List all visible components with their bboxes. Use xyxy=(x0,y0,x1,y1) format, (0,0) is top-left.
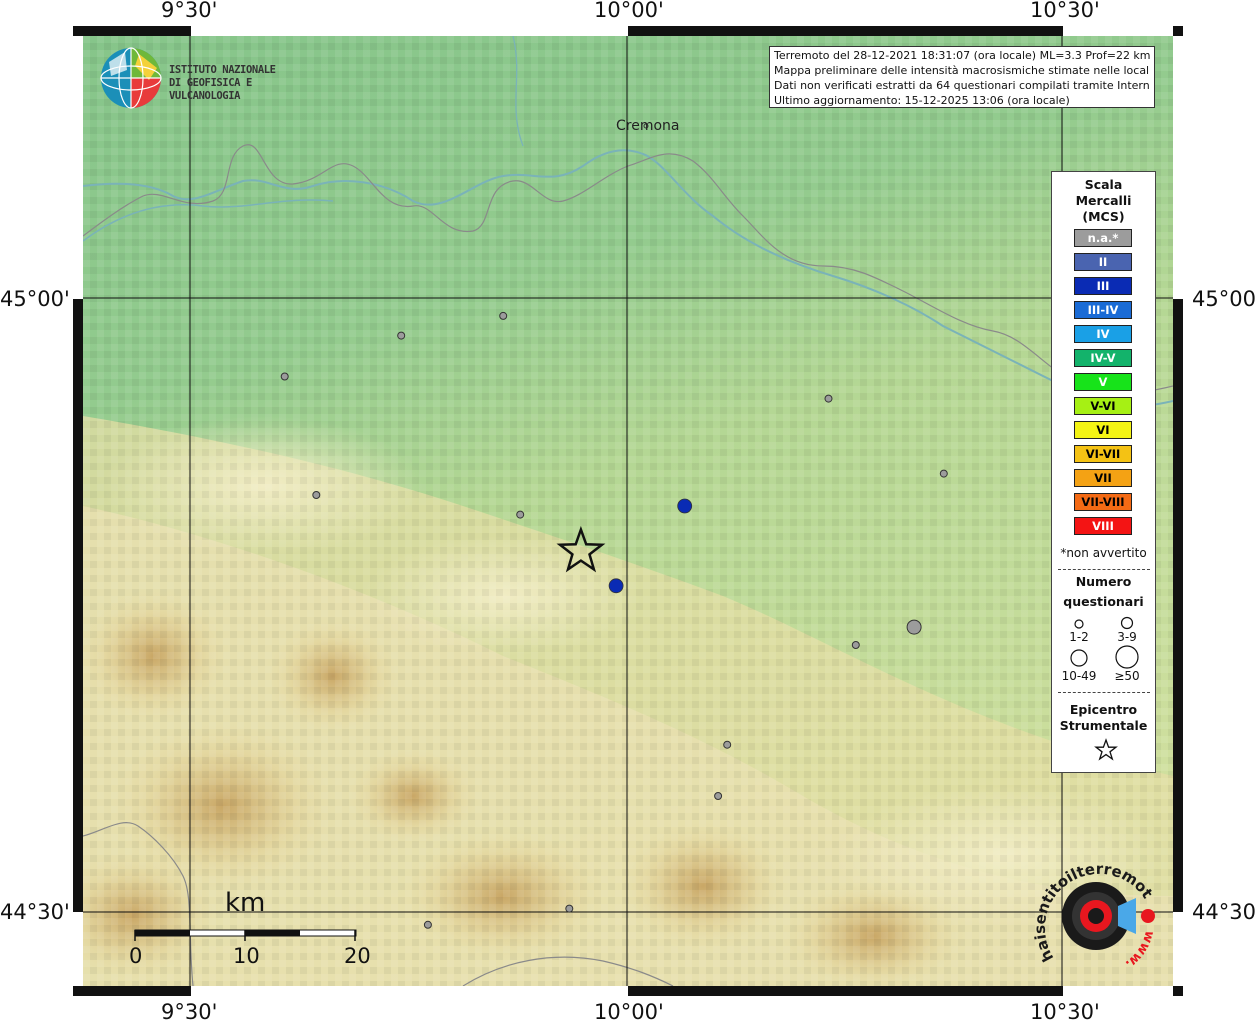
lat-label-left-4500: 45°00' xyxy=(0,287,70,311)
lon-label-bottom-1030: 10°30' xyxy=(1030,1000,1100,1024)
observation-point[interactable] xyxy=(565,904,574,913)
size-10-49-icon xyxy=(1070,649,1088,667)
count-title: Numero xyxy=(1075,574,1132,589)
lat-label-right-4500: 45°00' xyxy=(1192,287,1256,311)
observation-point[interactable] xyxy=(312,491,321,499)
frame-segment xyxy=(73,36,83,299)
ingv-name: ISTITUTO NAZIONALE DI GEOFISICA E VULCAN… xyxy=(169,64,319,103)
legend-swatch: VI xyxy=(1074,421,1132,439)
lat-label-right-4430: 44°30' xyxy=(1192,900,1256,924)
count-label: 1-2 xyxy=(1069,630,1089,644)
epicenter-title: Strumentale xyxy=(1059,718,1148,733)
observation-point[interactable] xyxy=(499,311,508,320)
lon-label-top-1000: 10°00' xyxy=(594,0,664,22)
legend-swatch: VIII xyxy=(1074,517,1132,535)
observation-point[interactable] xyxy=(723,740,732,749)
legend-swatch: IV xyxy=(1074,325,1132,343)
legend-swatch: V-VI xyxy=(1074,397,1132,415)
legend-swatch: II xyxy=(1074,253,1132,271)
lon-label-top-1030: 10°30' xyxy=(1030,0,1100,22)
legend-title: (MCS) xyxy=(1082,209,1125,224)
observation-point[interactable] xyxy=(906,619,922,635)
city-label: Cremona xyxy=(616,118,680,134)
epicenter-title: Epicentro xyxy=(1069,702,1138,717)
legend-divider xyxy=(1058,692,1150,693)
event-info-line: Terremoto del 28-12-2021 18:31:07 (ora l… xyxy=(774,49,1150,62)
lon-label-bottom-1000: 10°00' xyxy=(594,1000,664,1024)
frame-segment xyxy=(1173,36,1183,299)
event-info-line: Mappa preliminare delle intensità macros… xyxy=(774,64,1150,77)
legend-title: Scala xyxy=(1084,177,1123,192)
epicenter-star-icon xyxy=(1094,738,1118,761)
scale-bar: km 0 10 20 xyxy=(125,888,385,968)
count-label: 10-49 xyxy=(1061,669,1097,683)
observation-point[interactable] xyxy=(714,792,723,800)
scale-tick: 0 xyxy=(129,944,143,968)
observation-point[interactable] xyxy=(280,372,289,381)
scale-bar-graphic xyxy=(134,929,357,941)
legend-title: Mercalli xyxy=(1075,193,1132,208)
map-frame: Cremona xyxy=(73,26,1183,996)
legend-swatch: IV-V xyxy=(1074,349,1132,367)
terrain-map: Cremona xyxy=(83,36,1173,986)
event-info-line: Dati non verificati estratti da 64 quest… xyxy=(774,79,1150,92)
legend-swatch: III-IV xyxy=(1074,301,1132,319)
event-info-box: Terremoto del 28-12-2021 18:31:07 (ora l… xyxy=(769,46,1155,108)
legend-swatch: V xyxy=(1074,373,1132,391)
observation-point[interactable] xyxy=(423,920,432,929)
ingv-name-line2: DI GEOFISICA E VULCANOLOGIA xyxy=(169,77,252,102)
lon-label-top-930: 9°30' xyxy=(161,0,218,22)
lat-label-left-4430: 44°30' xyxy=(0,900,70,924)
observation-point[interactable] xyxy=(516,510,525,519)
frame-segment xyxy=(73,912,83,986)
ingv-logo: ISTITUTO NAZIONALE DI GEOFISICA E VULCAN… xyxy=(99,46,319,112)
legend-non-felt-note: *non avvertito xyxy=(1060,546,1147,560)
size-50-icon xyxy=(1115,645,1139,669)
ingv-name-line1: ISTITUTO NAZIONALE xyxy=(169,64,276,76)
count-title: questionari xyxy=(1063,594,1144,609)
haisentito-logo-icon: haisentitoilterremoto.it www. xyxy=(1029,844,1157,972)
frame-segment xyxy=(1173,912,1183,986)
map-canvas[interactable]: Cremona xyxy=(83,36,1173,986)
scale-unit: km xyxy=(225,888,266,918)
legend-swatch: VII xyxy=(1074,469,1132,487)
count-label: ≥50 xyxy=(1114,669,1140,683)
legend-swatch: VII-VIII xyxy=(1074,493,1132,511)
legend-panel: Scala Mercalli (MCS) n.a.* II III III-IV IV I… xyxy=(1051,171,1156,773)
svg-text:www.: www. xyxy=(1122,929,1157,972)
observation-point[interactable] xyxy=(851,641,860,649)
frame-segment xyxy=(191,986,628,996)
event-info-line: Ultimo aggiornamento: 15-12-2025 13:06 (… xyxy=(774,94,1070,107)
legend-swatch: III xyxy=(1074,277,1132,295)
observation-point[interactable] xyxy=(397,331,406,340)
legend-swatch: n.a.* xyxy=(1074,229,1132,247)
scale-tick: 10 xyxy=(233,944,260,968)
size-3-9-icon xyxy=(1120,616,1134,630)
observation-point[interactable] xyxy=(677,498,693,514)
size-1-2-icon xyxy=(1074,619,1084,629)
legend-swatch: VI-VII xyxy=(1074,445,1132,463)
observation-point[interactable] xyxy=(824,394,833,403)
lon-label-bottom-930: 9°30' xyxy=(161,1000,218,1024)
haisentito-logo: haisentitoilterremoto.it www. xyxy=(1029,844,1164,988)
frame-segment xyxy=(1063,26,1173,36)
ingv-globe-icon xyxy=(100,47,162,109)
count-label: 3-9 xyxy=(1117,630,1137,644)
scale-tick: 20 xyxy=(344,944,371,968)
observation-point[interactable] xyxy=(608,578,624,594)
legend-divider xyxy=(1058,569,1150,570)
frame-segment xyxy=(191,26,628,36)
observation-point[interactable] xyxy=(939,469,948,478)
